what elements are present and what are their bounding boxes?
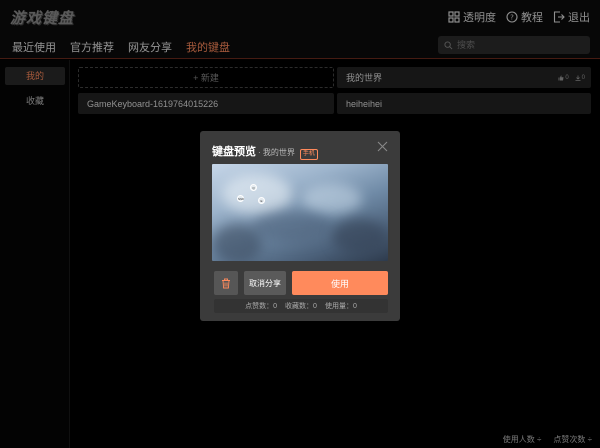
preview-key: Shift [237, 195, 245, 202]
stats-bar: 点赞数：0 收藏数：0 使用量：0 [214, 299, 388, 313]
delete-button[interactable] [214, 271, 238, 295]
keyboard-preview-modal: 键盘预览 · 我的世界 手机 Q Shift E 取消分享 使用 点赞数：0 收… [200, 131, 400, 321]
use-button[interactable]: 使用 [292, 271, 388, 295]
modal-title: 键盘预览 · 我的世界 手机 [212, 143, 318, 160]
preview-key: Q [250, 184, 257, 191]
trash-icon [222, 278, 230, 288]
modal-subtitle: · 我的世界 [258, 148, 295, 157]
usage-stat: 使用量：0 [324, 303, 357, 310]
platform-badge: 手机 [299, 149, 318, 160]
modal-title-text: 键盘预览 [212, 146, 256, 158]
preview-key: E [258, 197, 265, 204]
like-stat: 点赞数：0 [245, 303, 278, 310]
keyboard-preview-image: Q Shift E [212, 164, 388, 261]
unshare-button[interactable]: 取消分享 [244, 271, 286, 295]
favorite-stat: 收藏数：0 [285, 303, 317, 310]
close-icon[interactable] [377, 141, 388, 152]
